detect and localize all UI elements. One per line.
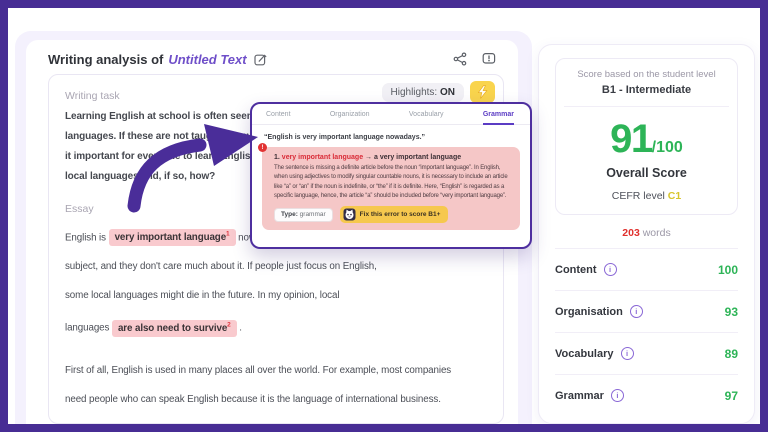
error-actions: Type: grammar Fix this error to score B1… <box>274 206 511 223</box>
essay-text: English is <box>65 232 109 243</box>
highlights-label: Highlights: <box>391 87 438 98</box>
overall-score-label: Overall Score <box>564 166 729 180</box>
essay-paragraph-2: First of all, English is used in many pl… <box>65 356 487 424</box>
essay-text: need people who can speak English becaus… <box>65 394 441 405</box>
lightning-button[interactable] <box>470 81 495 103</box>
cefr-label: CEFR level <box>612 190 668 202</box>
metric-label: Grammar <box>555 390 604 402</box>
error-type-chip: Type: grammar <box>274 208 333 222</box>
metric-label: Vocabulary <box>555 348 614 360</box>
page-title: Writing analysis of <box>48 52 163 67</box>
error-sentence-quote: “English is very important language nowa… <box>264 134 518 141</box>
fix-error-button[interactable]: Fix this error to score B1+ <box>340 206 449 223</box>
metric-value: 93 <box>725 305 738 319</box>
fix-button-label: Fix this error to score B1+ <box>360 211 441 218</box>
title-row: Writing analysis of Untitled Text <box>48 50 496 68</box>
info-icon[interactable]: i <box>604 263 617 276</box>
type-label: Type: <box>281 211 298 218</box>
error-wrong-text: very important language <box>282 154 363 161</box>
metric-row-grammar: Grammar i 97 <box>555 375 738 416</box>
highlighted-error-text[interactable]: are also need to survive2 <box>112 320 237 337</box>
tab-organization[interactable]: Organization <box>330 111 370 124</box>
error-explanation: The sentence is missing a definite artic… <box>274 164 511 201</box>
tab-content[interactable]: Content <box>266 111 291 124</box>
metric-value: 89 <box>725 347 738 361</box>
type-value: grammar <box>298 211 326 218</box>
essay-text: . <box>237 323 242 334</box>
word-count-line: 203 words <box>555 227 738 239</box>
document-title[interactable]: Untitled Text <box>168 52 246 67</box>
error-detail-popup: Content Organization Vocabulary Grammar “En… <box>250 102 532 249</box>
info-icon[interactable]: i <box>611 389 624 402</box>
error-correction-line: 1. very important language → a very impo… <box>274 154 511 161</box>
error-card: ! 1. very important language → a very im… <box>262 147 520 230</box>
highlights-row: Highlights: ON <box>382 81 495 103</box>
metric-row-organisation: Organisation i 93 <box>555 291 738 333</box>
words-label: words <box>640 227 671 239</box>
cefr-line: CEFR level C1 <box>564 190 729 202</box>
overall-score-value: 91/100 <box>564 119 729 159</box>
lightning-icon <box>477 85 488 99</box>
error-count-badge: ! <box>258 143 267 152</box>
metric-label: Content <box>555 264 597 276</box>
error-index: 1. <box>274 154 282 161</box>
mascot-icon <box>343 208 356 221</box>
arrow-glyph: → <box>363 154 374 161</box>
essay-line: need people who can speak English becaus… <box>65 385 487 414</box>
metrics-list: Content i 100 Organisation i 93 Vocabulary i 89 G… <box>555 248 738 416</box>
score-panel: Score based on the student level B1 - In… <box>538 44 755 424</box>
tab-grammar[interactable]: Grammar <box>483 111 514 125</box>
highlighted-error-text[interactable]: informations3 <box>181 423 255 424</box>
essay-line: First of all, English is used in many pl… <box>65 356 487 385</box>
edit-title-icon[interactable] <box>254 53 267 66</box>
essay-text: languages <box>65 323 112 334</box>
popup-tabs: Content Organization Vocabulary Grammar <box>252 104 530 125</box>
score-number: 91 <box>610 117 652 161</box>
highlights-toggle[interactable]: Highlights: ON <box>382 83 464 102</box>
essay-line: languages are also need to survive2 . <box>65 310 487 342</box>
tab-vocabulary[interactable]: Vocabulary <box>409 111 444 124</box>
word-count: 203 <box>622 227 640 239</box>
essay-text: First of all, English is used in many pl… <box>65 365 451 376</box>
score-denominator: /100 <box>652 139 683 156</box>
metric-value: 97 <box>725 389 738 403</box>
info-icon[interactable]: i <box>630 305 643 318</box>
essay-text: subject, and they don't care much about … <box>65 261 377 272</box>
score-box: Score based on the student level B1 - In… <box>555 58 738 215</box>
metric-row-content: Content i 100 <box>555 249 738 291</box>
error-number: 1 <box>226 231 230 238</box>
highlights-state: ON <box>440 87 455 98</box>
info-icon[interactable]: i <box>621 347 634 360</box>
metric-row-vocabulary: Vocabulary i 89 <box>555 333 738 375</box>
feedback-icon[interactable] <box>482 52 496 66</box>
error-number: 2 <box>227 321 231 328</box>
essay-line: Also, people can find more informations3… <box>65 414 487 424</box>
error-correct-text: a very important language <box>374 154 461 161</box>
title-actions <box>453 52 496 66</box>
score-subtitle: Score based on the student level <box>564 69 729 80</box>
essay-text: some local languages might die in the fu… <box>65 290 339 301</box>
metric-label: Organisation <box>555 306 623 318</box>
cefr-value: C1 <box>668 190 681 202</box>
student-level: B1 - Intermediate <box>564 84 729 107</box>
essay-line: subject, and they don't care much about … <box>65 252 487 281</box>
share-icon[interactable] <box>453 52 467 66</box>
highlighted-error-text[interactable]: very important language1 <box>109 229 236 246</box>
metric-value: 100 <box>718 263 738 277</box>
essay-line: some local languages might die in the fu… <box>65 281 487 310</box>
